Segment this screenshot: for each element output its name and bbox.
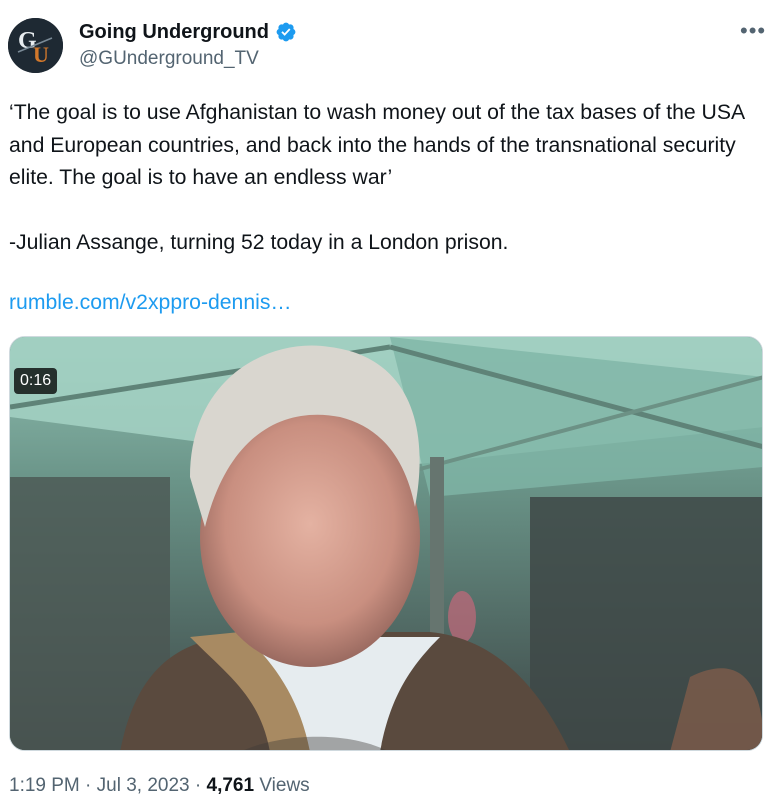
views-count[interactable]: 4,761 [207,775,255,796]
tweet-time[interactable]: 1:19 PM [9,775,80,796]
tweet-metadata: 1:19 PM · Jul 3, 2023 · 4,761 Views [9,774,310,798]
more-horizontal-icon[interactable]: ••• [740,18,766,44]
meta-separator: · [189,775,207,796]
author-handle[interactable]: @GUnderground_TV [79,47,259,71]
tweet-text: ‘The goal is to use Afghanistan to wash … [9,101,744,254]
author-display-name[interactable]: Going Underground [79,20,269,44]
verified-badge-icon[interactable] [275,21,297,43]
author-name-row: Going Underground [79,20,297,44]
video-thumbnail [10,337,762,750]
tweet-date[interactable]: Jul 3, 2023 [97,775,190,796]
views-label: Views [259,775,310,796]
avatar-logo-letter-u: U [33,42,49,67]
meta-separator: · [79,775,97,796]
going-underground-logo: G U [8,18,63,73]
video-duration: 0:16 [14,368,58,394]
tweet-link[interactable]: rumble.com/v2xppro-dennis… [9,287,292,319]
author-avatar[interactable]: G U [8,18,63,73]
video-player[interactable] [9,336,763,751]
